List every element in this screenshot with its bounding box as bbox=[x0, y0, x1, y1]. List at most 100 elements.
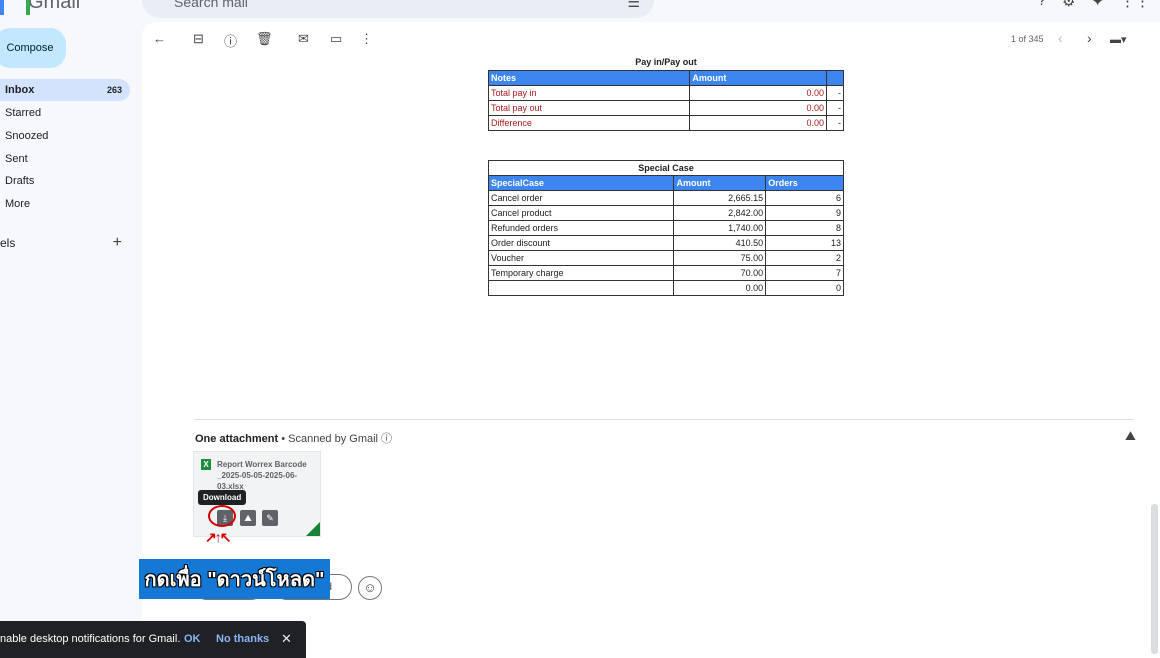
sidebar-item-inbox[interactable]: Inbox 263 bbox=[0, 79, 130, 101]
table-cell: 70.00 bbox=[673, 265, 767, 281]
table-row: Order discount 410.50 13 bbox=[487, 235, 844, 251]
move-to-icon[interactable]: ▭ bbox=[330, 31, 342, 47]
emoji-react-button[interactable]: ☺ bbox=[358, 576, 382, 600]
attachment-file-name: Report Worrex Barcode _2025-05-05-2025-0… bbox=[217, 460, 307, 491]
archive-icon[interactable]: ⊟ bbox=[193, 31, 204, 47]
input-tools-icon[interactable]: ▬▾ bbox=[1110, 33, 1127, 46]
special-case-title: Special Case bbox=[488, 160, 844, 176]
table-cell: Order discount bbox=[487, 235, 675, 251]
table-header: Amount bbox=[673, 175, 767, 191]
sidebar-item-label: Inbox bbox=[5, 84, 35, 96]
sidebar-item-sent[interactable]: Sent bbox=[0, 148, 130, 170]
sidebar-item-label: Sent bbox=[5, 153, 28, 165]
table-cell: Temporary charge bbox=[487, 265, 675, 281]
mark-unread-icon[interactable]: ✉ bbox=[298, 31, 309, 47]
apps-icon[interactable]: ⋮⋮ bbox=[1120, 0, 1150, 10]
table-cell: 9 bbox=[765, 205, 844, 221]
labels-header: els bbox=[0, 236, 16, 250]
newer-chevron-icon[interactable]: ‹ bbox=[1058, 30, 1063, 46]
table-cell bbox=[487, 280, 675, 296]
gemini-icon[interactable]: ✦ bbox=[1091, 0, 1104, 10]
table-header bbox=[826, 69, 844, 86]
table-row: 0.00 0 bbox=[487, 280, 844, 296]
table-row: Cancel order 2,665.15 6 bbox=[487, 190, 844, 206]
more-options-icon[interactable]: ⋮ bbox=[360, 31, 373, 47]
sidebar-item-label: More bbox=[5, 198, 31, 210]
labels-section: els + bbox=[0, 234, 130, 252]
sidebar-item-label: Drafts bbox=[5, 175, 35, 187]
table-header: Amount bbox=[689, 69, 828, 86]
table-cell: - bbox=[826, 84, 844, 101]
table-cell: 0.00 bbox=[689, 84, 828, 101]
table-cell: 13 bbox=[765, 235, 844, 251]
table-cell: 0.00 bbox=[689, 114, 828, 131]
sidebar-item-drafts[interactable]: Drafts bbox=[0, 170, 130, 192]
top-bar: Gmail Search mail ⚌ ? ⚙ ✦ ⋮⋮ bbox=[0, 0, 1160, 22]
sidebar-item-more[interactable]: More bbox=[0, 193, 130, 215]
table-row: Refunded orders 1,740.00 8 bbox=[487, 220, 844, 236]
add-label-icon[interactable]: + bbox=[113, 234, 122, 252]
table-row: Voucher 75.00 2 bbox=[487, 250, 844, 266]
attachment-count: One attachment bbox=[195, 433, 279, 445]
table-cell: 0.00 bbox=[689, 99, 828, 116]
settings-icon[interactable]: ⚙ bbox=[1062, 0, 1075, 10]
table-cell: 2,665.15 bbox=[673, 190, 767, 206]
save-to-drive-button[interactable]: ⛰ bbox=[240, 510, 256, 526]
sidebar: Compose Inbox 263 Starred Snoozed Sent D… bbox=[0, 22, 140, 658]
table-cell: 1,740.00 bbox=[673, 220, 767, 236]
sidebar-item-snoozed[interactable]: Snoozed bbox=[0, 125, 130, 147]
help-icon[interactable]: ? bbox=[1038, 0, 1046, 10]
table-header: Orders bbox=[765, 175, 844, 191]
table-cell: - bbox=[826, 99, 844, 116]
table-cell: 0.00 bbox=[673, 280, 767, 296]
table-cell: 8 bbox=[765, 220, 844, 236]
back-arrow-icon[interactable]: ← bbox=[153, 31, 166, 46]
table-header: SpecialCase bbox=[487, 175, 675, 191]
delete-icon[interactable]: 🗑 bbox=[256, 31, 273, 47]
pointer-arrows: ↗↑↖ bbox=[205, 529, 232, 545]
table-cell: 0 bbox=[765, 280, 844, 296]
sheet-corner-icon bbox=[306, 522, 320, 536]
pager-text: 1 of 345 bbox=[1011, 34, 1044, 44]
download-tooltip: Download bbox=[198, 490, 247, 505]
attachment-header: One attachment • Scanned by Gmail ⓘ bbox=[195, 430, 392, 446]
table-cell: 7 bbox=[765, 265, 844, 281]
ok-button[interactable]: OK bbox=[184, 633, 201, 645]
payin-title: Pay in/Pay out bbox=[488, 55, 844, 71]
highlight-circle bbox=[208, 505, 236, 527]
table-row: Total pay in 0.00 - bbox=[487, 84, 844, 101]
add-to-drive-icon[interactable]: ⛰ bbox=[1125, 428, 1136, 444]
compose-button[interactable]: Compose bbox=[0, 28, 66, 68]
table-cell: 2,842.00 bbox=[673, 205, 767, 221]
scrollbar[interactable] bbox=[1151, 504, 1158, 654]
scanned-label: Scanned by Gmail bbox=[288, 433, 379, 445]
search-input[interactable]: Search mail bbox=[174, 0, 248, 10]
older-chevron-icon[interactable]: › bbox=[1087, 30, 1092, 46]
report-spam-icon[interactable]: ⓘ bbox=[224, 31, 237, 50]
table-row: Cancel product 2,842.00 9 bbox=[487, 205, 844, 221]
close-icon[interactable]: ✕ bbox=[281, 631, 292, 647]
no-thanks-button[interactable]: No thanks bbox=[216, 633, 269, 645]
sidebar-item-label: Starred bbox=[5, 107, 42, 119]
table-header: Notes bbox=[487, 69, 691, 86]
table-cell: Voucher bbox=[487, 250, 675, 266]
app-name: Gmail bbox=[28, 0, 81, 13]
sidebar-item-starred[interactable]: Starred bbox=[0, 102, 130, 124]
info-icon[interactable]: ⓘ bbox=[381, 433, 392, 445]
table-cell: Refunded orders bbox=[487, 220, 675, 236]
table-cell: 75.00 bbox=[673, 250, 767, 266]
top-icons: ? ⚙ ✦ ⋮⋮ bbox=[1038, 0, 1150, 10]
table-cell: 6 bbox=[765, 190, 844, 206]
table-row: Difference 0.00 - bbox=[487, 114, 844, 131]
table-cell: Difference bbox=[487, 114, 691, 131]
inbox-count: 263 bbox=[106, 85, 122, 95]
search-bar[interactable]: Search mail ⚌ bbox=[142, 0, 654, 18]
special-case-table: Special Case SpecialCase Amount Orders C… bbox=[487, 160, 844, 296]
table-cell: 410.50 bbox=[673, 235, 767, 251]
edit-button[interactable]: ✎ bbox=[262, 510, 278, 526]
notification-snackbar: nable desktop notifications for Gmail. O… bbox=[0, 621, 306, 658]
search-options-icon[interactable]: ⚌ bbox=[627, 0, 640, 11]
tutorial-caption: กดเพื่อ "ดาวน์โหลด" bbox=[139, 559, 330, 599]
table-cell: - bbox=[826, 114, 844, 131]
gmail-logo[interactable]: Gmail bbox=[0, 0, 81, 15]
